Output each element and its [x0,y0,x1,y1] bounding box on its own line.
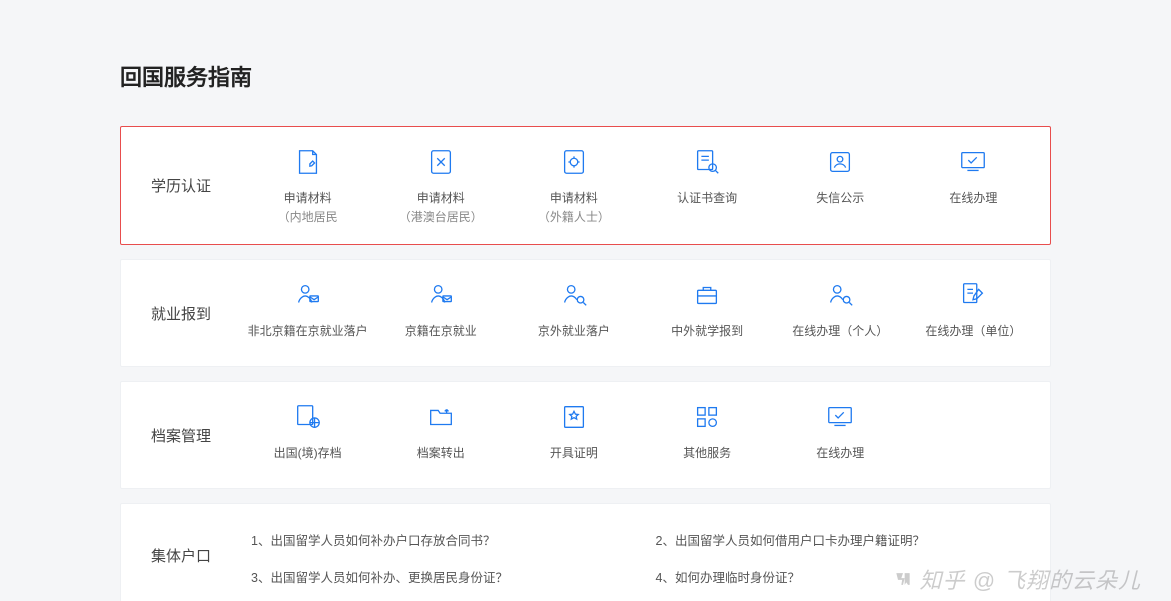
item-apply-material-foreign[interactable]: 申请材料 （外籍人士） [507,141,640,230]
item-label: 京籍在京就业 [405,322,477,341]
item-online-process[interactable]: 在线办理 [907,141,1040,212]
person-card-icon [823,145,857,179]
item-label: 失信公示 [816,189,864,208]
item-apply-material-ghmt[interactable]: 申请材料 （港澳台居民） [374,141,507,230]
item-label: 档案转出 [417,444,465,463]
item-certificate-inquiry[interactable]: 认证书查询 [641,141,774,212]
row-degree-auth-label: 学历认证 [121,141,241,230]
briefcase-icon [690,278,724,312]
doc-pen-icon [956,278,990,312]
item-label: 出国(境)存档 [274,444,342,463]
item-nonbj-in-bj-settle[interactable]: 非北京籍在京就业落户 [241,274,374,345]
item-sublabel: （港澳台居民） [399,208,483,227]
grid-plus-icon [690,400,724,434]
item-label: 申请材料 [284,189,332,208]
row-collective-label: 集体户口 [121,512,241,598]
doc-write-icon [291,145,325,179]
item-label: 申请材料 [550,189,598,208]
row-archive-label: 档案管理 [121,396,241,474]
row-employment-label: 就业报到 [121,274,241,352]
item-label: 申请材料 [417,189,465,208]
item-label: 在线办理 [949,189,997,208]
faq-item-1[interactable]: 1、出国留学人员如何补办户口存放合同书？ [251,530,616,549]
item-label: 其他服务 [683,444,731,463]
monitor-check-icon [823,400,857,434]
row-degree-auth: 学历认证 申请材料 （内地居民 申请材料 （港澳台居民） 申请材料 [120,126,1051,245]
item-apply-material-mainland[interactable]: 申请材料 （内地居民 [241,141,374,230]
monitor-check-icon [956,145,990,179]
row-collective-hukou: 集体户口 1、出国留学人员如何补办户口存放合同书？ 2、出国留学人员如何借用户口… [120,503,1051,601]
item-online-org[interactable]: 在线办理（单位） [907,274,1040,345]
item-nonbj-work-settle[interactable]: 京外就业落户 [507,274,640,345]
page-title: 回国服务指南 [120,60,1051,92]
doc-edit-icon [424,145,458,179]
row-employment-report: 就业报到 非北京籍在京就业落户 京籍在京就业 京外就业落户 [120,259,1051,367]
item-archive-out[interactable]: 档案转出 [374,396,507,467]
item-label: 开具证明 [550,444,598,463]
faq-item-2[interactable]: 2、出国留学人员如何借用户口卡办理户籍证明？ [656,530,1021,549]
person-search-icon [823,278,857,312]
person-search-icon [557,278,591,312]
item-online-personal[interactable]: 在线办理（个人） [774,274,907,345]
item-bj-in-bj-work[interactable]: 京籍在京就业 [374,274,507,345]
row-archive-mgmt: 档案管理 出国(境)存档 档案转出 开具证明 [120,381,1051,489]
item-sublabel: （内地居民 [278,208,338,227]
person-mail-icon [291,278,325,312]
item-sublabel: （外籍人士） [538,208,610,227]
item-label: 在线办理（个人） [792,322,888,341]
item-label: 在线办理（单位） [925,322,1021,341]
folder-out-icon [424,400,458,434]
item-abroad-store[interactable]: 出国(境)存档 [241,396,374,467]
item-issue-proof[interactable]: 开具证明 [507,396,640,467]
item-label: 认证书查询 [677,189,737,208]
doc-gear-icon [557,145,591,179]
item-label: 在线办理 [816,444,864,463]
item-label: 京外就业落户 [538,322,610,341]
faq-item-4[interactable]: 4、如何办理临时身份证？ [656,567,1021,586]
item-cn-foreign-report[interactable]: 中外就学报到 [641,274,774,345]
item-online-archive[interactable]: 在线办理 [774,396,907,467]
doc-globe-icon [291,400,325,434]
item-other-service[interactable]: 其他服务 [641,396,774,467]
doc-star-icon [557,400,591,434]
item-discredit-publicity[interactable]: 失信公示 [774,141,907,212]
item-label: 非北京籍在京就业落户 [248,322,368,341]
person-mail-icon [424,278,458,312]
item-label: 中外就学报到 [671,322,743,341]
doc-search-icon [690,145,724,179]
faq-item-3[interactable]: 3、出国留学人员如何补办、更换居民身份证？ [251,567,616,586]
